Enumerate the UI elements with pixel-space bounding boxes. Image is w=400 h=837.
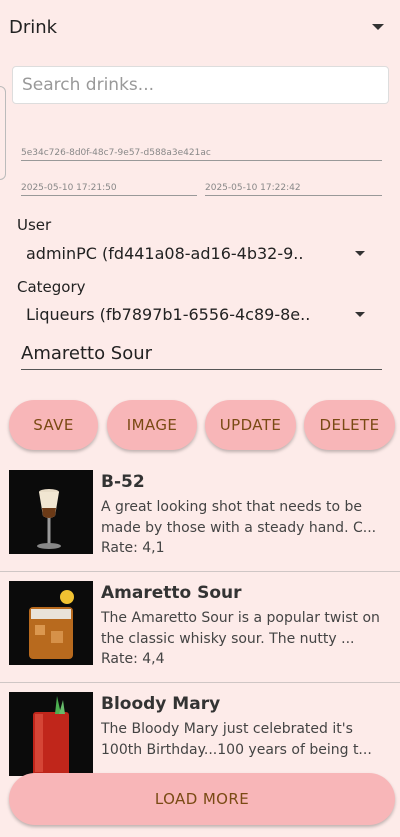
updated-date-field[interactable]: 2025-05-10 17:22:42: [205, 181, 382, 196]
drink-thumbnail: [9, 470, 93, 554]
category-select[interactable]: Liqueurs (fb7897b1-6556-4c89-8e..: [26, 303, 381, 329]
menu-dropdown-icon[interactable]: [372, 24, 384, 30]
save-button[interactable]: SAVE: [9, 400, 98, 450]
created-date-field[interactable]: 2025-05-10 17:21:50: [21, 181, 197, 196]
search-input[interactable]: [13, 67, 388, 103]
drawer-handle[interactable]: [0, 86, 6, 180]
drink-thumbnail: [9, 581, 93, 665]
user-select-value: adminPC (fd441a08-ad16-4b32-9..: [26, 244, 304, 263]
record-id-field[interactable]: 5e34c726-8d0f-48c7-9e57-d588a3e421ac: [21, 146, 382, 161]
app-title: Drink: [9, 17, 58, 38]
user-select[interactable]: adminPC (fd441a08-ad16-4b32-9..: [26, 242, 381, 268]
drink-description: The Amaretto Sour is a popular twist on …: [101, 610, 380, 647]
update-button[interactable]: UPDATE: [205, 400, 296, 450]
search-field[interactable]: [12, 66, 389, 104]
drink-name-value: Amaretto Sour: [21, 343, 153, 364]
drink-rate: Rate: 4,4: [101, 651, 165, 667]
drink-description: The Bloody Mary just celebrated it's 100…: [101, 721, 372, 758]
drink-title: Amaretto Sour: [101, 583, 242, 603]
list-item[interactable]: B-52 A great looking shot that needs to …: [0, 460, 400, 570]
app-bar: Drink: [0, 0, 400, 56]
category-label: Category: [17, 278, 86, 296]
category-select-value: Liqueurs (fb7897b1-6556-4c89-8e..: [26, 305, 311, 324]
chevron-down-icon: [355, 312, 365, 317]
drink-title: B-52: [101, 472, 145, 492]
user-label: User: [17, 216, 52, 234]
chevron-down-icon: [355, 251, 365, 256]
drink-thumbnail: [9, 692, 93, 776]
drink-title: Bloody Mary: [101, 694, 221, 714]
load-more-button[interactable]: LOAD MORE: [9, 773, 395, 825]
drink-description: A great looking shot that needs to be ma…: [101, 499, 377, 536]
drink-name-field[interactable]: Amaretto Sour: [21, 341, 382, 370]
list-item[interactable]: Amaretto Sour The Amaretto Sour is a pop…: [0, 571, 400, 681]
delete-button[interactable]: DELETE: [304, 400, 395, 450]
drink-rate: Rate: 4,1: [101, 540, 165, 556]
image-button[interactable]: IMAGE: [107, 400, 197, 450]
